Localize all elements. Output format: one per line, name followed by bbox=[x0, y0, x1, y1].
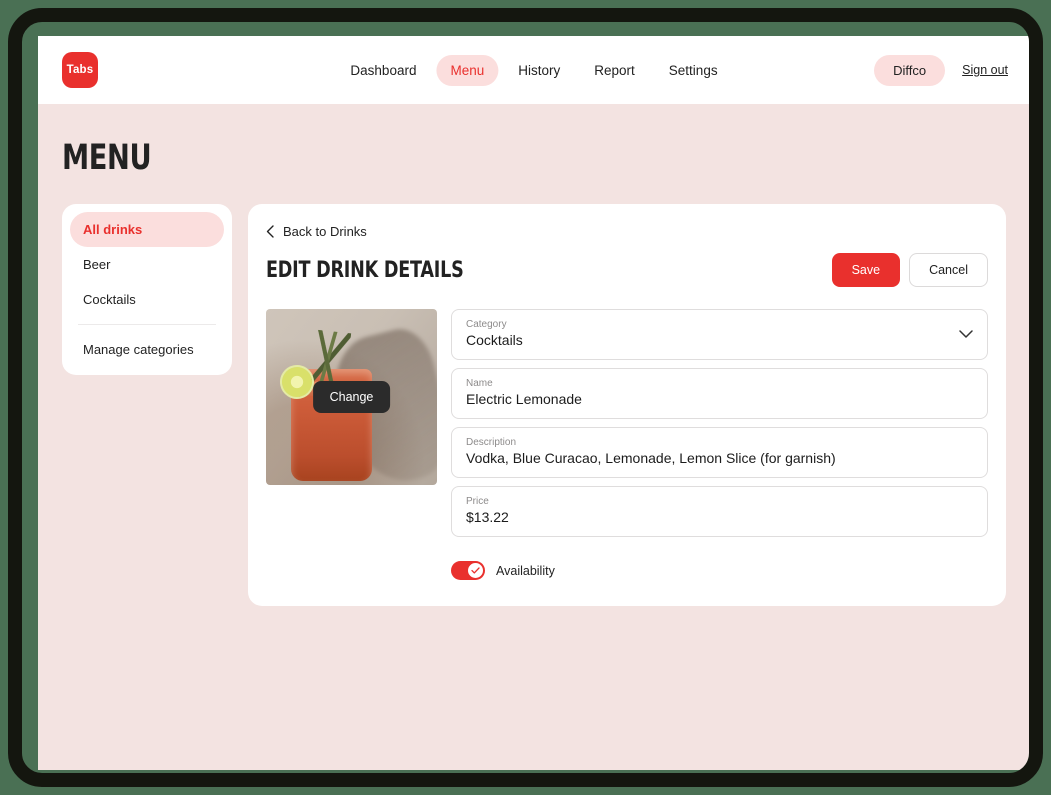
drink-photo[interactable]: Change bbox=[266, 309, 437, 485]
description-value: Vodka, Blue Curacao, Lemonade, Lemon Sli… bbox=[466, 450, 836, 466]
card-actions: Save Cancel bbox=[831, 253, 988, 287]
top-navigation-bar: Tabs Dashboard Menu History Report Setti… bbox=[38, 36, 1029, 104]
page-body: MENU All drinks Beer Cocktails Manage ca… bbox=[38, 104, 1029, 606]
drink-editor: Change Category Cocktails Name Electric … bbox=[266, 309, 988, 580]
content-layout: All drinks Beer Cocktails Manage categor… bbox=[62, 204, 1006, 606]
price-field[interactable]: Price $13.22 bbox=[451, 486, 988, 537]
description-field[interactable]: Description Vodka, Blue Curacao, Lemonad… bbox=[451, 427, 988, 478]
name-label: Name bbox=[466, 378, 493, 389]
edit-drink-card: Back to Drinks EDIT DRINK DETAILS Save C… bbox=[248, 204, 1006, 606]
chevron-down-icon[interactable] bbox=[959, 326, 973, 344]
main-nav: Dashboard Menu History Report Settings bbox=[336, 54, 732, 86]
nav-item-history[interactable]: History bbox=[504, 55, 574, 86]
chevron-left-icon bbox=[266, 225, 274, 238]
sidebar-item-all-drinks[interactable]: All drinks bbox=[70, 212, 224, 247]
nav-item-report[interactable]: Report bbox=[580, 55, 649, 86]
change-photo-button[interactable]: Change bbox=[312, 381, 391, 413]
sidebar-item-manage-categories[interactable]: Manage categories bbox=[70, 332, 224, 367]
name-field[interactable]: Name Electric Lemonade bbox=[451, 368, 988, 419]
card-title: EDIT DRINK DETAILS bbox=[266, 257, 464, 283]
toggle-knob bbox=[468, 563, 483, 578]
page-title: MENU bbox=[62, 138, 152, 178]
price-value: $13.22 bbox=[466, 509, 509, 525]
availability-toggle[interactable] bbox=[451, 561, 485, 580]
category-value: Cocktails bbox=[466, 332, 523, 348]
availability-row: Availability bbox=[451, 561, 988, 580]
card-header: EDIT DRINK DETAILS Save Cancel bbox=[266, 253, 988, 287]
save-button[interactable]: Save bbox=[831, 253, 901, 287]
cancel-button[interactable]: Cancel bbox=[909, 253, 988, 287]
nav-item-dashboard[interactable]: Dashboard bbox=[336, 55, 430, 86]
device-frame: Tabs Dashboard Menu History Report Setti… bbox=[8, 8, 1043, 787]
availability-label: Availability bbox=[496, 563, 555, 578]
topbar-right: Diffco Sign out bbox=[874, 54, 1008, 86]
browser-viewport: Tabs Dashboard Menu History Report Setti… bbox=[38, 36, 1029, 770]
drink-fields: Category Cocktails Name Electric Lemonad… bbox=[451, 309, 988, 580]
category-select[interactable]: Category Cocktails bbox=[451, 309, 988, 360]
back-to-drinks-link[interactable]: Back to Drinks bbox=[266, 224, 988, 239]
sidebar-item-beer[interactable]: Beer bbox=[70, 247, 224, 282]
price-label: Price bbox=[466, 496, 489, 507]
back-to-drinks-label: Back to Drinks bbox=[283, 224, 367, 239]
sidebar-divider bbox=[78, 324, 216, 325]
description-label: Description bbox=[466, 437, 517, 448]
user-account-pill[interactable]: Diffco bbox=[874, 54, 946, 86]
category-sidebar: All drinks Beer Cocktails Manage categor… bbox=[62, 204, 232, 375]
sign-out-link[interactable]: Sign out bbox=[962, 63, 1008, 77]
category-label: Category bbox=[466, 319, 507, 330]
nav-item-menu[interactable]: Menu bbox=[436, 54, 499, 86]
nav-item-settings[interactable]: Settings bbox=[655, 55, 732, 86]
check-icon bbox=[471, 567, 480, 574]
name-value: Electric Lemonade bbox=[466, 391, 582, 407]
brand-logo[interactable]: Tabs bbox=[62, 52, 98, 88]
sidebar-item-cocktails[interactable]: Cocktails bbox=[70, 282, 224, 317]
